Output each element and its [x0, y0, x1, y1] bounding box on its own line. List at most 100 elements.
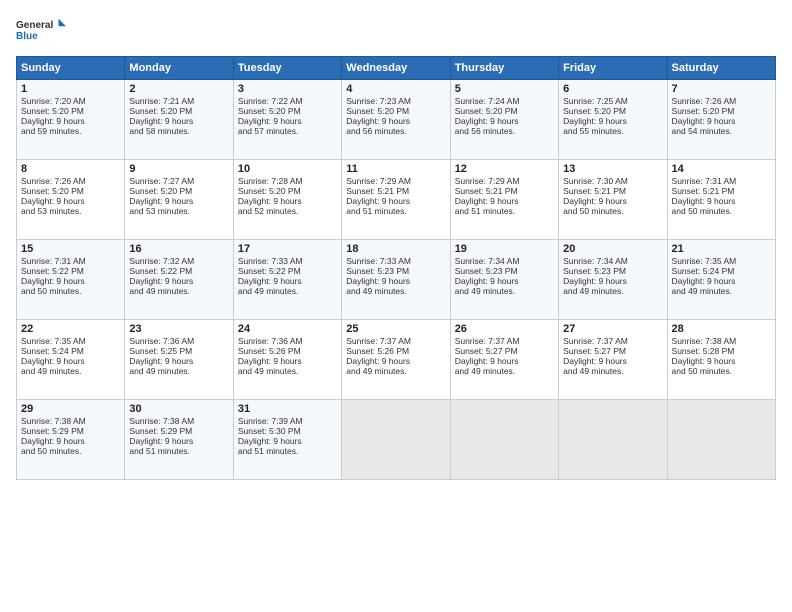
col-header-monday: Monday [125, 57, 233, 80]
logo-svg: General Blue [16, 12, 66, 48]
day-info: Daylight: 9 hours [21, 196, 120, 206]
calendar-cell: 8Sunrise: 7:26 AMSunset: 5:20 PMDaylight… [17, 160, 125, 240]
day-info: Sunset: 5:24 PM [672, 266, 771, 276]
day-info: Sunset: 5:20 PM [21, 106, 120, 116]
day-info: Daylight: 9 hours [21, 356, 120, 366]
calendar-table: SundayMondayTuesdayWednesdayThursdayFrid… [16, 56, 776, 480]
day-info: Sunset: 5:21 PM [563, 186, 662, 196]
day-info: Sunset: 5:20 PM [238, 186, 337, 196]
col-header-saturday: Saturday [667, 57, 775, 80]
day-info: Sunrise: 7:35 AM [21, 336, 120, 346]
day-info: Sunset: 5:29 PM [129, 426, 228, 436]
day-info: Daylight: 9 hours [129, 116, 228, 126]
day-info: and 50 minutes. [672, 366, 771, 376]
day-info: Sunset: 5:21 PM [455, 186, 554, 196]
day-info: and 56 minutes. [455, 126, 554, 136]
day-info: and 51 minutes. [238, 446, 337, 456]
day-info: Sunrise: 7:33 AM [238, 256, 337, 266]
day-info: Daylight: 9 hours [563, 276, 662, 286]
day-info: and 58 minutes. [129, 126, 228, 136]
day-number: 30 [129, 403, 228, 415]
day-info: Sunrise: 7:29 AM [455, 176, 554, 186]
day-info: Sunrise: 7:38 AM [129, 416, 228, 426]
day-info: Sunset: 5:20 PM [672, 106, 771, 116]
day-number: 27 [563, 323, 662, 335]
day-info: Sunrise: 7:24 AM [455, 96, 554, 106]
calendar-cell: 6Sunrise: 7:25 AMSunset: 5:20 PMDaylight… [559, 80, 667, 160]
calendar-cell: 16Sunrise: 7:32 AMSunset: 5:22 PMDayligh… [125, 240, 233, 320]
day-info: Daylight: 9 hours [238, 356, 337, 366]
day-info: and 51 minutes. [346, 206, 445, 216]
day-info: and 51 minutes. [129, 446, 228, 456]
day-info: Daylight: 9 hours [672, 276, 771, 286]
day-info: and 54 minutes. [672, 126, 771, 136]
day-info: Sunrise: 7:38 AM [672, 336, 771, 346]
day-info: Daylight: 9 hours [455, 356, 554, 366]
day-info: and 51 minutes. [455, 206, 554, 216]
day-number: 5 [455, 83, 554, 95]
day-info: Daylight: 9 hours [563, 116, 662, 126]
day-info: Sunrise: 7:26 AM [672, 96, 771, 106]
day-info: and 49 minutes. [672, 286, 771, 296]
week-row-5: 29Sunrise: 7:38 AMSunset: 5:29 PMDayligh… [17, 400, 776, 480]
day-info: Sunset: 5:24 PM [21, 346, 120, 356]
week-row-1: 1Sunrise: 7:20 AMSunset: 5:20 PMDaylight… [17, 80, 776, 160]
day-info: and 49 minutes. [563, 286, 662, 296]
calendar-cell: 22Sunrise: 7:35 AMSunset: 5:24 PMDayligh… [17, 320, 125, 400]
day-info: and 49 minutes. [455, 366, 554, 376]
calendar-cell: 2Sunrise: 7:21 AMSunset: 5:20 PMDaylight… [125, 80, 233, 160]
calendar-cell: 7Sunrise: 7:26 AMSunset: 5:20 PMDaylight… [667, 80, 775, 160]
day-info: Sunrise: 7:26 AM [21, 176, 120, 186]
calendar-cell: 13Sunrise: 7:30 AMSunset: 5:21 PMDayligh… [559, 160, 667, 240]
day-info: and 53 minutes. [129, 206, 228, 216]
calendar-cell: 14Sunrise: 7:31 AMSunset: 5:21 PMDayligh… [667, 160, 775, 240]
day-info: Sunset: 5:20 PM [129, 106, 228, 116]
day-info: Sunrise: 7:33 AM [346, 256, 445, 266]
day-info: Sunrise: 7:34 AM [563, 256, 662, 266]
page-header: General Blue [16, 12, 776, 48]
calendar-cell: 26Sunrise: 7:37 AMSunset: 5:27 PMDayligh… [450, 320, 558, 400]
day-info: Sunset: 5:23 PM [455, 266, 554, 276]
day-info: and 52 minutes. [238, 206, 337, 216]
calendar-cell [559, 400, 667, 480]
day-info: Sunrise: 7:39 AM [238, 416, 337, 426]
col-header-friday: Friday [559, 57, 667, 80]
day-info: Sunrise: 7:37 AM [455, 336, 554, 346]
day-number: 24 [238, 323, 337, 335]
day-info: and 49 minutes. [346, 286, 445, 296]
day-info: Sunset: 5:23 PM [563, 266, 662, 276]
day-number: 10 [238, 163, 337, 175]
calendar-cell: 27Sunrise: 7:37 AMSunset: 5:27 PMDayligh… [559, 320, 667, 400]
calendar-cell: 28Sunrise: 7:38 AMSunset: 5:28 PMDayligh… [667, 320, 775, 400]
calendar-cell: 11Sunrise: 7:29 AMSunset: 5:21 PMDayligh… [342, 160, 450, 240]
day-info: Sunset: 5:30 PM [238, 426, 337, 436]
day-info: and 50 minutes. [21, 286, 120, 296]
day-number: 26 [455, 323, 554, 335]
day-info: Sunrise: 7:23 AM [346, 96, 445, 106]
day-info: and 49 minutes. [129, 366, 228, 376]
day-info: Daylight: 9 hours [129, 196, 228, 206]
day-number: 20 [563, 243, 662, 255]
calendar-cell: 29Sunrise: 7:38 AMSunset: 5:29 PMDayligh… [17, 400, 125, 480]
calendar-header-row: SundayMondayTuesdayWednesdayThursdayFrid… [17, 57, 776, 80]
day-info: Sunrise: 7:34 AM [455, 256, 554, 266]
day-info: and 59 minutes. [21, 126, 120, 136]
calendar-cell [342, 400, 450, 480]
col-header-wednesday: Wednesday [342, 57, 450, 80]
day-info: Daylight: 9 hours [129, 276, 228, 286]
day-info: and 49 minutes. [455, 286, 554, 296]
day-info: Sunset: 5:20 PM [455, 106, 554, 116]
day-number: 6 [563, 83, 662, 95]
day-info: Daylight: 9 hours [455, 196, 554, 206]
day-number: 7 [672, 83, 771, 95]
calendar-cell: 3Sunrise: 7:22 AMSunset: 5:20 PMDaylight… [233, 80, 341, 160]
day-number: 2 [129, 83, 228, 95]
calendar-cell: 18Sunrise: 7:33 AMSunset: 5:23 PMDayligh… [342, 240, 450, 320]
day-info: and 49 minutes. [129, 286, 228, 296]
calendar-cell: 21Sunrise: 7:35 AMSunset: 5:24 PMDayligh… [667, 240, 775, 320]
day-info: and 50 minutes. [672, 206, 771, 216]
svg-text:Blue: Blue [16, 31, 38, 42]
day-info: Sunrise: 7:36 AM [129, 336, 228, 346]
day-info: Daylight: 9 hours [563, 356, 662, 366]
week-row-3: 15Sunrise: 7:31 AMSunset: 5:22 PMDayligh… [17, 240, 776, 320]
